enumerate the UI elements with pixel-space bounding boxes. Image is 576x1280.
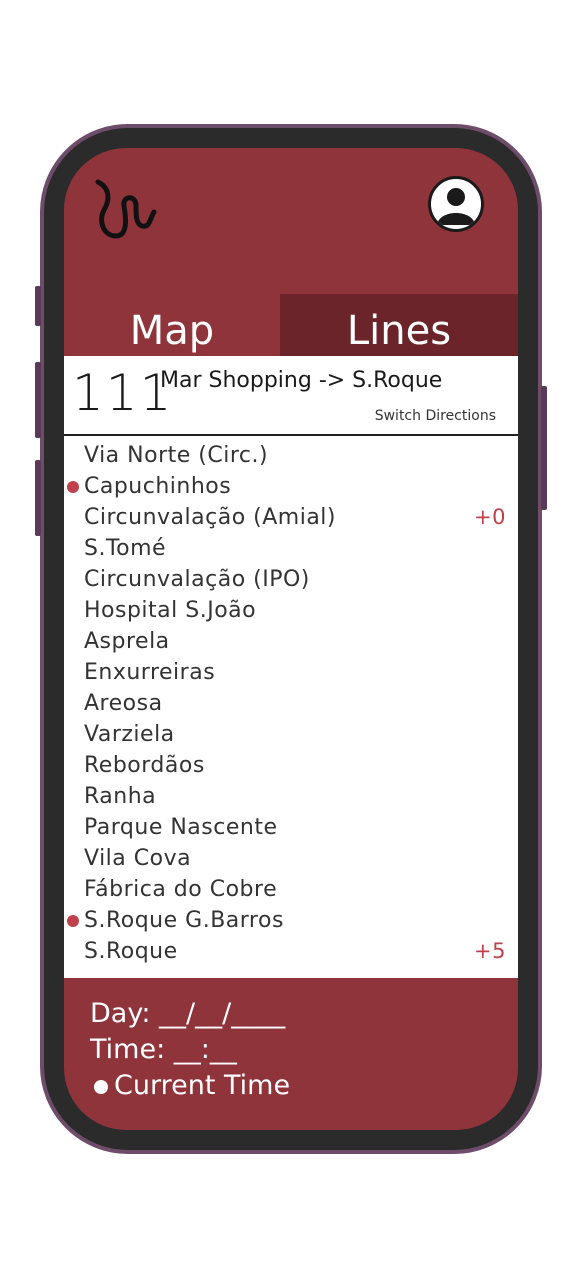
schedule-panel: Day: __/__/____ Time: __:__ Current Time bbox=[64, 978, 518, 1130]
day-field[interactable]: Day: __/__/____ bbox=[90, 998, 285, 1029]
line-number: 111 bbox=[72, 364, 174, 422]
list-item[interactable]: Rebordãos bbox=[64, 750, 518, 781]
stop-name: Ranha bbox=[84, 784, 157, 809]
list-item[interactable]: Vila Cova bbox=[64, 843, 518, 874]
list-item[interactable]: S.Roque G.Barros bbox=[64, 905, 518, 936]
list-item[interactable]: Via Norte (Circ.) bbox=[64, 440, 518, 471]
side-button bbox=[541, 386, 547, 510]
side-button bbox=[35, 362, 41, 438]
stop-name: Circunvalação (IPO) bbox=[84, 567, 310, 592]
list-item[interactable]: Circunvalação (Amial) +0 bbox=[64, 502, 518, 533]
switch-directions-button[interactable]: Switch Directions bbox=[375, 408, 496, 424]
squiggle-logo-icon[interactable] bbox=[92, 178, 162, 242]
tab-bar: Map Lines bbox=[64, 294, 518, 356]
line-panel: 111 Mar Shopping -> S.Roque Switch Direc… bbox=[64, 356, 518, 978]
stop-name: S.Tomé bbox=[84, 536, 167, 561]
list-item[interactable]: S.Roque +5 bbox=[64, 936, 518, 967]
list-item[interactable]: Fábrica do Cobre bbox=[64, 874, 518, 905]
tab-map-label: Map bbox=[129, 308, 215, 354]
stop-name: S.Roque G.Barros bbox=[84, 908, 284, 933]
list-item[interactable]: Asprela bbox=[64, 626, 518, 657]
stop-name: Fábrica do Cobre bbox=[84, 877, 278, 902]
destination-stop-marker bbox=[67, 915, 79, 927]
current-time-radio[interactable] bbox=[94, 1080, 108, 1094]
stop-name: Areosa bbox=[84, 691, 163, 716]
current-time-label[interactable]: Current Time bbox=[114, 1070, 290, 1101]
list-item[interactable]: Enxurreiras bbox=[64, 657, 518, 688]
stop-name: Vila Cova bbox=[84, 846, 192, 871]
list-item[interactable]: Areosa bbox=[64, 688, 518, 719]
tab-lines[interactable]: Lines bbox=[280, 294, 518, 356]
stop-name: Rebordãos bbox=[84, 753, 205, 778]
list-item[interactable]: Parque Nascente bbox=[64, 812, 518, 843]
stop-name: Via Norte (Circ.) bbox=[84, 443, 269, 468]
current-stop-marker bbox=[67, 481, 79, 493]
delay-badge: +5 bbox=[474, 939, 506, 963]
list-item[interactable]: Circunvalação (IPO) bbox=[64, 564, 518, 595]
app-header bbox=[64, 148, 518, 294]
line-header: 111 Mar Shopping -> S.Roque Switch Direc… bbox=[64, 356, 518, 436]
list-item[interactable]: Capuchinhos bbox=[64, 471, 518, 502]
list-item[interactable]: S.Tomé bbox=[64, 533, 518, 564]
tab-lines-label: Lines bbox=[346, 308, 452, 354]
list-item[interactable]: Varziela bbox=[64, 719, 518, 750]
stop-name: Hospital S.João bbox=[84, 598, 257, 623]
stop-name: Parque Nascente bbox=[84, 815, 278, 840]
list-item[interactable]: Hospital S.João bbox=[64, 595, 518, 626]
side-button bbox=[35, 286, 41, 326]
stop-name: Enxurreiras bbox=[84, 660, 216, 685]
time-field[interactable]: Time: __:__ bbox=[90, 1034, 237, 1065]
list-item[interactable]: Ranha bbox=[64, 781, 518, 812]
user-avatar-icon[interactable] bbox=[428, 176, 484, 232]
tab-map[interactable]: Map bbox=[64, 294, 280, 356]
stop-name: Asprela bbox=[84, 629, 170, 654]
stop-name: Circunvalação (Amial) bbox=[84, 505, 336, 530]
stop-name: Capuchinhos bbox=[84, 474, 232, 499]
delay-badge: +0 bbox=[474, 505, 506, 529]
stop-name: Varziela bbox=[84, 722, 175, 747]
stop-name: S.Roque bbox=[84, 939, 178, 964]
stop-list: Via Norte (Circ.) Capuchinhos Circunvala… bbox=[64, 440, 518, 967]
line-route: Mar Shopping -> S.Roque bbox=[160, 368, 443, 393]
screen: Map Lines 111 Mar Shopping -> S.Roque Sw… bbox=[64, 148, 518, 1130]
side-button bbox=[35, 460, 41, 536]
